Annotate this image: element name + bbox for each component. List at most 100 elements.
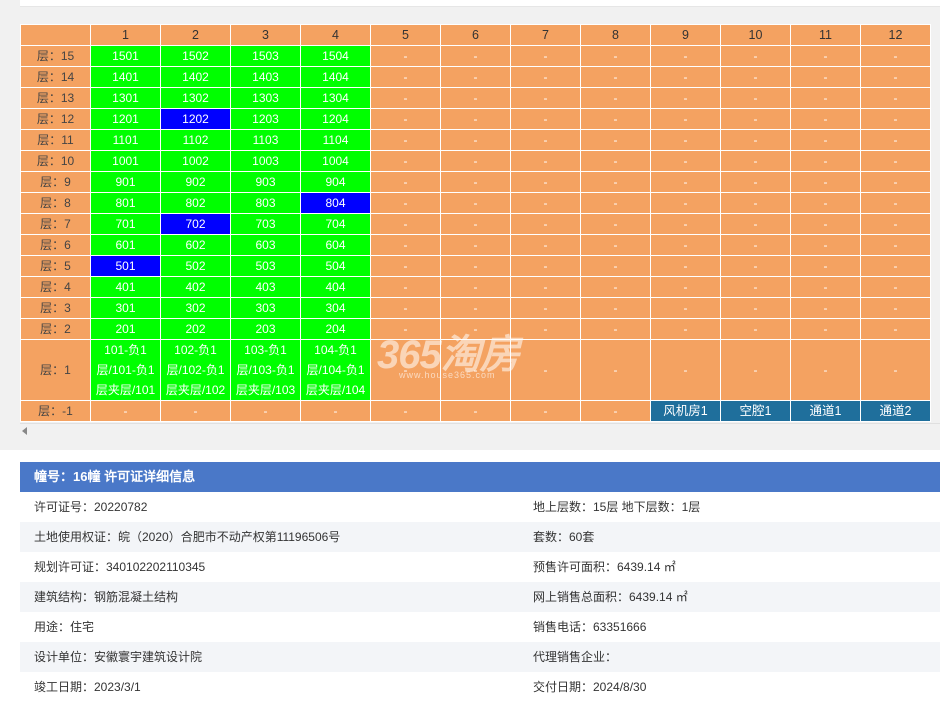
unit-cell-empty: - <box>650 234 721 256</box>
unit-cell-available[interactable]: 1501 <box>90 45 161 67</box>
unit-cell-available[interactable]: 1304 <box>300 87 371 109</box>
top-divider <box>20 0 940 7</box>
unit-cell-available[interactable]: 201 <box>90 318 161 340</box>
detail-row: 设计单位：安徽寰宇建筑设计院 代理销售企业： <box>20 642 940 672</box>
unit-cell-available[interactable]: 1103 <box>230 129 301 151</box>
unit-cell-empty: - <box>860 318 931 340</box>
floor-label: 层：2 <box>20 318 91 340</box>
unit-cell-available[interactable]: 404 <box>300 276 371 298</box>
unit-cell-available[interactable]: 1301 <box>90 87 161 109</box>
unit-cell-available[interactable]: 103-负1层/103-负1层夹层/103 <box>230 339 301 401</box>
unit-cell-available[interactable]: 801 <box>90 192 161 214</box>
unit-cell-available[interactable]: 1502 <box>160 45 231 67</box>
unit-cell-empty: - <box>160 400 231 422</box>
unit-cell-highlighted[interactable]: 1202 <box>160 108 231 130</box>
unit-cell-available[interactable]: 1503 <box>230 45 301 67</box>
unit-cell-available[interactable]: 303 <box>230 297 301 319</box>
unit-cell-empty: - <box>650 276 721 298</box>
unit-cell-available[interactable]: 1104 <box>300 129 371 151</box>
unit-cell-available[interactable]: 1201 <box>90 108 161 130</box>
unit-cell-empty: - <box>440 192 511 214</box>
unit-cell-available[interactable]: 1303 <box>230 87 301 109</box>
unit-cell-available[interactable]: 903 <box>230 171 301 193</box>
unit-cell-available[interactable]: 802 <box>160 192 231 214</box>
unit-cell-empty: - <box>370 276 441 298</box>
unit-cell-available[interactable]: 904 <box>300 171 371 193</box>
unit-cell-empty: - <box>370 234 441 256</box>
unit-cell-empty: - <box>720 108 791 130</box>
unit-cell-available[interactable]: 1404 <box>300 66 371 88</box>
unit-cell-facility[interactable]: 空腔1 <box>720 400 791 422</box>
unit-cell-available[interactable]: 402 <box>160 276 231 298</box>
unit-cell-available[interactable]: 1101 <box>90 129 161 151</box>
unit-cell-available[interactable]: 703 <box>230 213 301 235</box>
unit-cell-available[interactable]: 304 <box>300 297 371 319</box>
unit-cell-available[interactable]: 1102 <box>160 129 231 151</box>
unit-cell-facility[interactable]: 通道1 <box>790 400 861 422</box>
unit-cell-available[interactable]: 803 <box>230 192 301 214</box>
unit-cell-facility[interactable]: 通道2 <box>860 400 931 422</box>
column-header-3: 3 <box>230 24 301 46</box>
unit-cell-available[interactable]: 901 <box>90 171 161 193</box>
unit-cell-available[interactable]: 302 <box>160 297 231 319</box>
detail-right-value: 代理销售企业： <box>533 650 618 664</box>
unit-cell-empty: - <box>650 108 721 130</box>
unit-cell-available[interactable]: 104-负1层/104-负1层夹层/104 <box>300 339 371 401</box>
floor-label: 层：9 <box>20 171 91 193</box>
unit-cell-available[interactable]: 502 <box>160 255 231 277</box>
unit-cell-available[interactable]: 403 <box>230 276 301 298</box>
unit-cell-available[interactable]: 603 <box>230 234 301 256</box>
unit-cell-empty: - <box>510 255 581 277</box>
unit-cell-available[interactable]: 1403 <box>230 66 301 88</box>
column-header-9: 9 <box>650 24 721 46</box>
unit-cell-available[interactable]: 1204 <box>300 108 371 130</box>
unit-cell-available[interactable]: 1003 <box>230 150 301 172</box>
unit-cell-available[interactable]: 1002 <box>160 150 231 172</box>
unit-cell-empty: - <box>510 400 581 422</box>
unit-cell-empty: - <box>860 234 931 256</box>
unit-cell-available[interactable]: 604 <box>300 234 371 256</box>
unit-cell-available[interactable]: 101-负1层/101-负1层夹层/101 <box>90 339 161 401</box>
unit-cell-facility[interactable]: 风机房1 <box>650 400 721 422</box>
unit-cell-empty: - <box>440 255 511 277</box>
unit-cell-available[interactable]: 704 <box>300 213 371 235</box>
unit-cell-available[interactable]: 202 <box>160 318 231 340</box>
unit-cell-highlighted[interactable]: 804 <box>300 192 371 214</box>
unit-cell-available[interactable]: 203 <box>230 318 301 340</box>
unit-cell-available[interactable]: 1203 <box>230 108 301 130</box>
unit-cell-available[interactable]: 504 <box>300 255 371 277</box>
unit-cell-available[interactable]: 401 <box>90 276 161 298</box>
unit-cell-available[interactable]: 301 <box>90 297 161 319</box>
unit-cell-available[interactable]: 503 <box>230 255 301 277</box>
unit-cell-highlighted[interactable]: 501 <box>90 255 161 277</box>
unit-cell-available[interactable]: 1004 <box>300 150 371 172</box>
unit-cell-empty: - <box>720 171 791 193</box>
scroll-left-arrow-icon[interactable] <box>22 427 27 435</box>
unit-cell-available[interactable]: 1401 <box>90 66 161 88</box>
unit-cell-empty: - <box>440 87 511 109</box>
unit-cell-available[interactable]: 1302 <box>160 87 231 109</box>
unit-cell-empty: - <box>790 213 861 235</box>
unit-cell-available[interactable]: 1001 <box>90 150 161 172</box>
unit-cell-empty: - <box>580 255 651 277</box>
horizontal-scrollbar[interactable] <box>20 423 940 441</box>
unit-cell-available[interactable]: 601 <box>90 234 161 256</box>
unit-cell-empty: - <box>790 339 861 401</box>
unit-cell-available[interactable]: 204 <box>300 318 371 340</box>
floor-label: 层：3 <box>20 297 91 319</box>
unit-cell-available[interactable]: 1504 <box>300 45 371 67</box>
unit-cell-available[interactable]: 701 <box>90 213 161 235</box>
unit-cell-available[interactable]: 902 <box>160 171 231 193</box>
unit-cell-empty: - <box>790 255 861 277</box>
unit-cell-empty: - <box>650 339 721 401</box>
floor-label: 层：14 <box>20 66 91 88</box>
unit-cell-available[interactable]: 602 <box>160 234 231 256</box>
unit-cell-empty: - <box>580 339 651 401</box>
unit-cell-available[interactable]: 1402 <box>160 66 231 88</box>
floor-row: 层：4 401 402 403 404- - - - - - - - <box>20 276 931 298</box>
unit-cell-empty: - <box>370 171 441 193</box>
unit-cell-empty: - <box>440 318 511 340</box>
unit-cell-highlighted[interactable]: 702 <box>160 213 231 235</box>
unit-cell-empty: - <box>580 150 651 172</box>
unit-cell-available[interactable]: 102-负1层/102-负1层夹层/102 <box>160 339 231 401</box>
